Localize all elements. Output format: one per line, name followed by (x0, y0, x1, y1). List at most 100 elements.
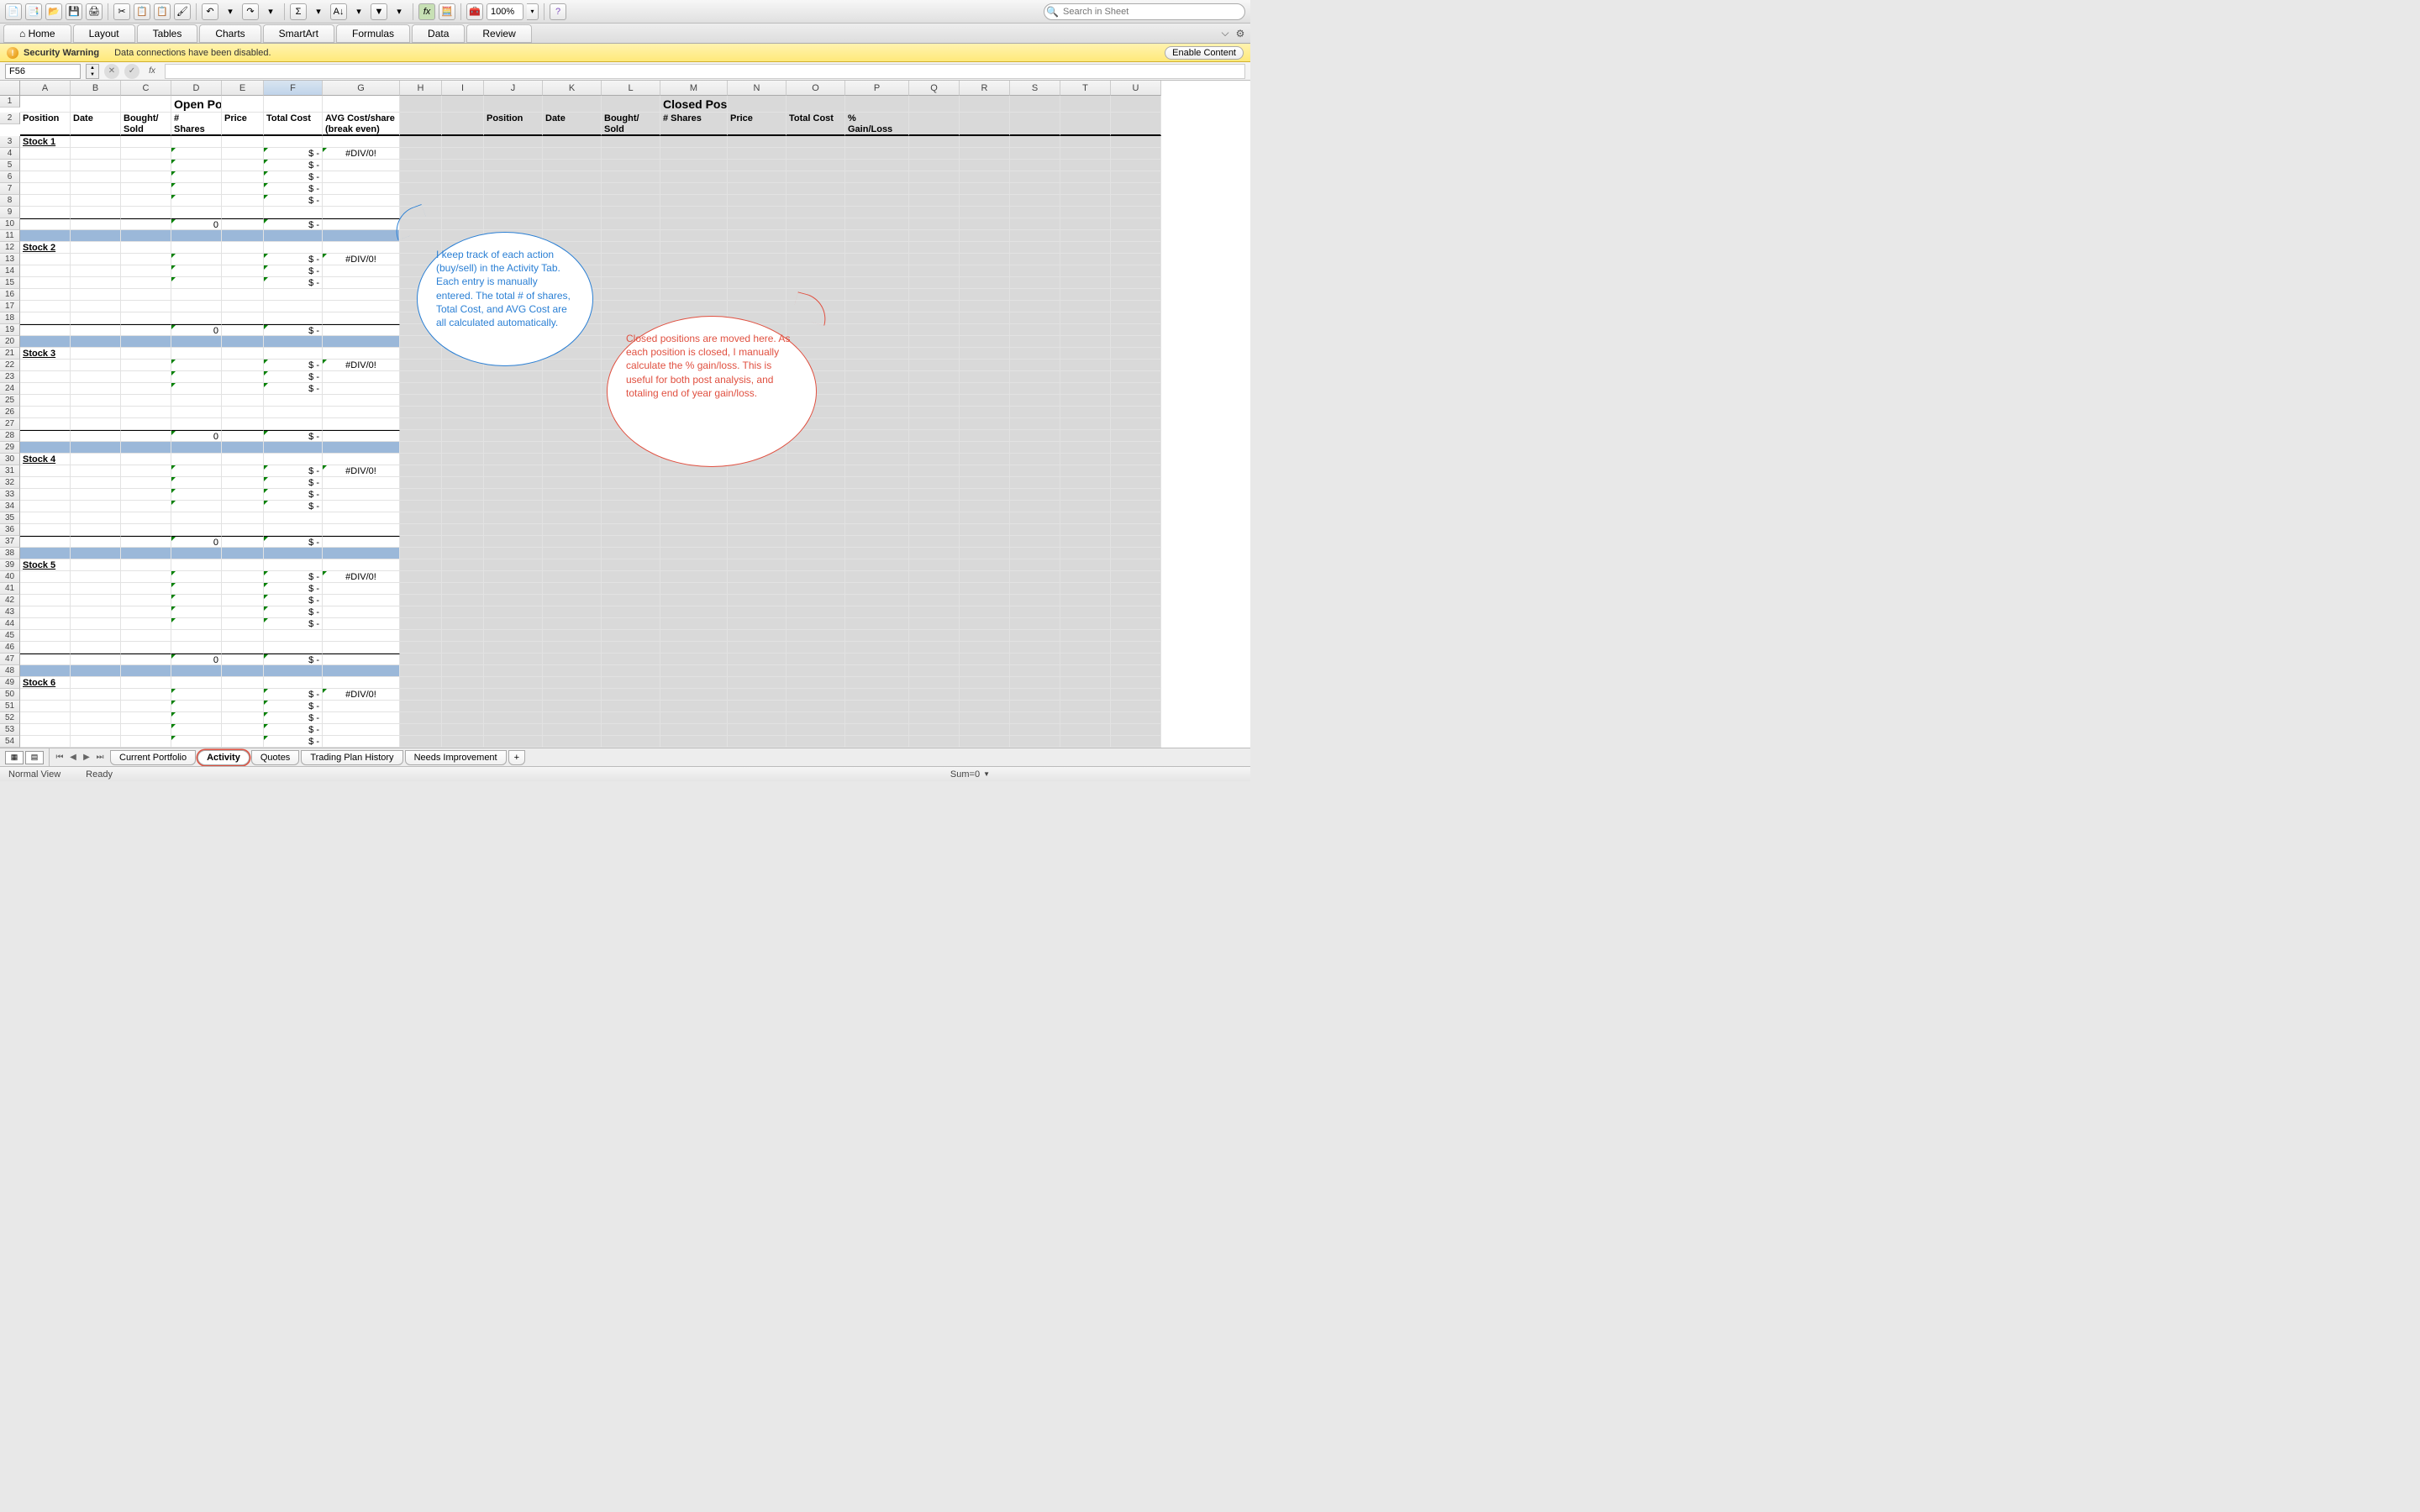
cell-Q9[interactable] (909, 207, 960, 218)
row-header-46[interactable]: 46 (0, 642, 20, 654)
cell-Q11[interactable] (909, 230, 960, 242)
cell-C53[interactable] (121, 724, 171, 736)
cell-R36[interactable] (960, 524, 1010, 536)
cell-G35[interactable] (323, 512, 400, 524)
cell-M14[interactable] (660, 265, 728, 277)
row-header-52[interactable]: 52 (0, 712, 20, 724)
cell-Q31[interactable] (909, 465, 960, 477)
row-header-53[interactable]: 53 (0, 724, 20, 736)
cell-E20[interactable] (222, 336, 264, 348)
cell-R39[interactable] (960, 559, 1010, 571)
cell-T18[interactable] (1060, 312, 1111, 324)
cell-J6[interactable] (484, 171, 543, 183)
cell-F33[interactable]: $ - (264, 489, 323, 501)
cell-Q10[interactable] (909, 218, 960, 230)
cell-P9[interactable] (845, 207, 909, 218)
cell-K54[interactable] (543, 736, 602, 748)
cell-F12[interactable] (264, 242, 323, 254)
cell-H30[interactable] (400, 454, 442, 465)
cell-F14[interactable]: $ - (264, 265, 323, 277)
cell-S13[interactable] (1010, 254, 1060, 265)
cell-J4[interactable] (484, 148, 543, 160)
filter-dropdown-icon[interactable]: ▾ (391, 3, 408, 20)
cell-A9[interactable] (20, 207, 71, 218)
cell-B1[interactable] (71, 96, 121, 113)
cell-P51[interactable] (845, 701, 909, 712)
cell-D13[interactable] (171, 254, 222, 265)
cell-C6[interactable] (121, 171, 171, 183)
cell-I6[interactable] (442, 171, 484, 183)
header-G[interactable]: AVG Cost/share (break even) (323, 113, 400, 136)
col-header-N[interactable]: N (728, 81, 786, 96)
cell-J39[interactable] (484, 559, 543, 571)
cell-B20[interactable] (71, 336, 121, 348)
cell-B21[interactable] (71, 348, 121, 360)
cell-U43[interactable] (1111, 606, 1161, 618)
header-H[interactable] (400, 113, 442, 136)
cell-L53[interactable] (602, 724, 660, 736)
cell-R14[interactable] (960, 265, 1010, 277)
cell-A35[interactable] (20, 512, 71, 524)
cell-O37[interactable] (786, 536, 845, 548)
cell-U18[interactable] (1111, 312, 1161, 324)
cell-J40[interactable] (484, 571, 543, 583)
fx-toggle-icon[interactable]: fx (418, 3, 435, 20)
cell-C22[interactable] (121, 360, 171, 371)
cell-B38[interactable] (71, 548, 121, 559)
cell-D20[interactable] (171, 336, 222, 348)
cell-G38[interactable] (323, 548, 400, 559)
cell-M36[interactable] (660, 524, 728, 536)
row-header-16[interactable]: 16 (0, 289, 20, 301)
cell-F9[interactable] (264, 207, 323, 218)
cell-I41[interactable] (442, 583, 484, 595)
cell-P13[interactable] (845, 254, 909, 265)
cell-H53[interactable] (400, 724, 442, 736)
cell-I50[interactable] (442, 689, 484, 701)
cell-O54[interactable] (786, 736, 845, 748)
cell-O4[interactable] (786, 148, 845, 160)
cell-N8[interactable] (728, 195, 786, 207)
cell-O19[interactable] (786, 324, 845, 336)
cell-B29[interactable] (71, 442, 121, 454)
header-A[interactable]: Position (20, 113, 71, 136)
cell-F34[interactable]: $ - (264, 501, 323, 512)
cell-G6[interactable] (323, 171, 400, 183)
row-header-10[interactable]: 10 (0, 218, 20, 230)
cell-J27[interactable] (484, 418, 543, 430)
cell-E34[interactable] (222, 501, 264, 512)
cell-Q47[interactable] (909, 654, 960, 665)
cell-R13[interactable] (960, 254, 1010, 265)
cell-B22[interactable] (71, 360, 121, 371)
sort-icon[interactable]: A↓ (330, 3, 347, 20)
col-header-G[interactable]: G (323, 81, 400, 96)
cell-L47[interactable] (602, 654, 660, 665)
cell-Q35[interactable] (909, 512, 960, 524)
cell-U50[interactable] (1111, 689, 1161, 701)
cell-P42[interactable] (845, 595, 909, 606)
cell-L30[interactable] (602, 454, 660, 465)
cell-S14[interactable] (1010, 265, 1060, 277)
stepper-down-icon[interactable]: ▼ (87, 71, 98, 78)
cell-U51[interactable] (1111, 701, 1161, 712)
cell-P1[interactable] (845, 96, 909, 113)
cell-G47[interactable] (323, 654, 400, 665)
cell-F22[interactable]: $ - (264, 360, 323, 371)
cell-R46[interactable] (960, 642, 1010, 654)
cell-B10[interactable] (71, 218, 121, 230)
cell-M48[interactable] (660, 665, 728, 677)
cell-N44[interactable] (728, 618, 786, 630)
cell-F52[interactable]: $ - (264, 712, 323, 724)
cell-F49[interactable] (264, 677, 323, 689)
cell-U29[interactable] (1111, 442, 1161, 454)
cell-G51[interactable] (323, 701, 400, 712)
cell-F29[interactable] (264, 442, 323, 454)
cell-E40[interactable] (222, 571, 264, 583)
cell-P54[interactable] (845, 736, 909, 748)
cell-E45[interactable] (222, 630, 264, 642)
cell-U52[interactable] (1111, 712, 1161, 724)
cell-H47[interactable] (400, 654, 442, 665)
cell-L7[interactable] (602, 183, 660, 195)
cell-J26[interactable] (484, 407, 543, 418)
cell-F48[interactable] (264, 665, 323, 677)
cell-S49[interactable] (1010, 677, 1060, 689)
